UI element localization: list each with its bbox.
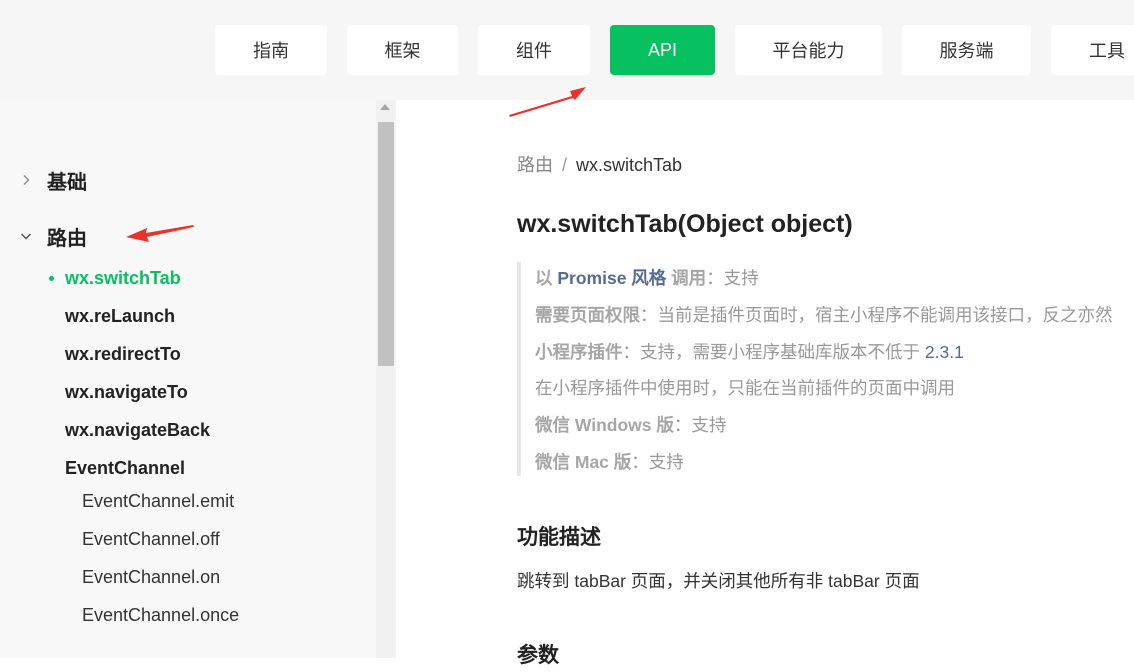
description-heading: 功能描述 [517,526,601,549]
tab-platform-capabilities[interactable]: 平台能力 [735,25,882,75]
top-navigation-bar: 指南 框架 组件 API 平台能力 服务端 工具 [0,0,1134,100]
plugin-support-row: 小程序插件：支持，需要小程序基础库版本不低于 2.3.1 [535,339,964,365]
scroll-up-arrow-icon[interactable] [380,104,390,110]
api-support-info-block: 以 Promise 风格 调用：支持 需要页面权限：当前是插件页面时，宿主小程序… [517,262,1134,476]
sidebar-section-basics[interactable]: 基础 [16,165,87,195]
plugin-note-row: 在小程序插件中使用时，只能在当前插件的页面中调用 [535,378,955,398]
mac-key: 微信 Mac 版 [535,452,632,472]
plugin-value: ：支持，需要小程序基础库版本不低于 [622,342,925,362]
tab-guide[interactable]: 指南 [215,25,327,75]
permission-value: ：当前是插件页面时，宿主小程序不能调用该接口，反之亦然 [640,305,1113,325]
sidebar-item-wx-relaunch[interactable]: wx.reLaunch [65,303,175,329]
sidebar-item-eventchannel[interactable]: EventChannel [65,455,185,481]
active-indicator-dot [49,276,54,281]
scrollbar-thumb[interactable] [378,122,394,366]
sidebar-section-label: 路由 [47,227,87,250]
windows-support-row: 微信 Windows 版：支持 [535,412,726,438]
sidebar-section-label: 基础 [47,171,87,194]
sidebar-item-wx-navigateto[interactable]: wx.navigateTo [65,379,188,405]
sidebar-item-wx-switchtab[interactable]: wx.switchTab [65,265,181,291]
tab-api[interactable]: API [610,25,715,75]
chevron-right-icon [16,170,36,190]
page-permission-row: 需要页面权限：当前是插件页面时，宿主小程序不能调用该接口，反之亦然 [535,302,1113,328]
sidebar-subitem-eventchannel-off[interactable]: EventChannel.off [82,526,220,552]
windows-value: ：支持 [673,415,727,435]
sidebar-subitem-eventchannel-on[interactable]: EventChannel.on [82,564,220,590]
promise-suffix: 调用 [666,268,707,288]
mac-value: ：支持 [631,452,684,472]
tab-components[interactable]: 组件 [478,25,590,75]
description-text: 跳转到 tabBar 页面，并关闭其他所有非 tabBar 页面 [517,571,920,591]
tab-tools[interactable]: 工具 [1051,25,1134,75]
tab-framework[interactable]: 框架 [347,25,458,75]
windows-key: 微信 Windows 版 [535,415,674,435]
page-title: wx.switchTab(Object object) [517,210,853,238]
params-heading: 参数 [517,644,559,667]
breadcrumb: 路由 / wx.switchTab [517,152,682,178]
sidebar-item-wx-redirectto[interactable]: wx.redirectTo [65,341,181,367]
promise-value: ：支持 [706,268,759,288]
plugin-version: 2.3.1 [924,342,964,362]
chevron-down-icon [16,226,36,246]
promise-prefix: 以 [535,268,558,288]
promise-support-row: 以 Promise 风格 调用：支持 [535,265,759,291]
mac-support-row: 微信 Mac 版：支持 [535,449,684,475]
plugin-key: 小程序插件 [535,342,623,362]
promise-style-link[interactable]: Promise 风格 [557,268,666,288]
sidebar-section-routing[interactable]: 路由 [16,221,87,251]
breadcrumb-separator: / [562,155,568,175]
tab-server[interactable]: 服务端 [902,25,1031,75]
sidebar-subitem-eventchannel-once[interactable]: EventChannel.once [82,602,239,628]
breadcrumb-current: wx.switchTab [576,155,683,175]
sidebar-item-wx-navigateback[interactable]: wx.navigateBack [65,417,210,443]
sidebar-subitem-eventchannel-emit[interactable]: EventChannel.emit [82,488,234,514]
permission-key: 需要页面权限 [535,305,640,325]
breadcrumb-parent-link[interactable]: 路由 [517,155,553,175]
